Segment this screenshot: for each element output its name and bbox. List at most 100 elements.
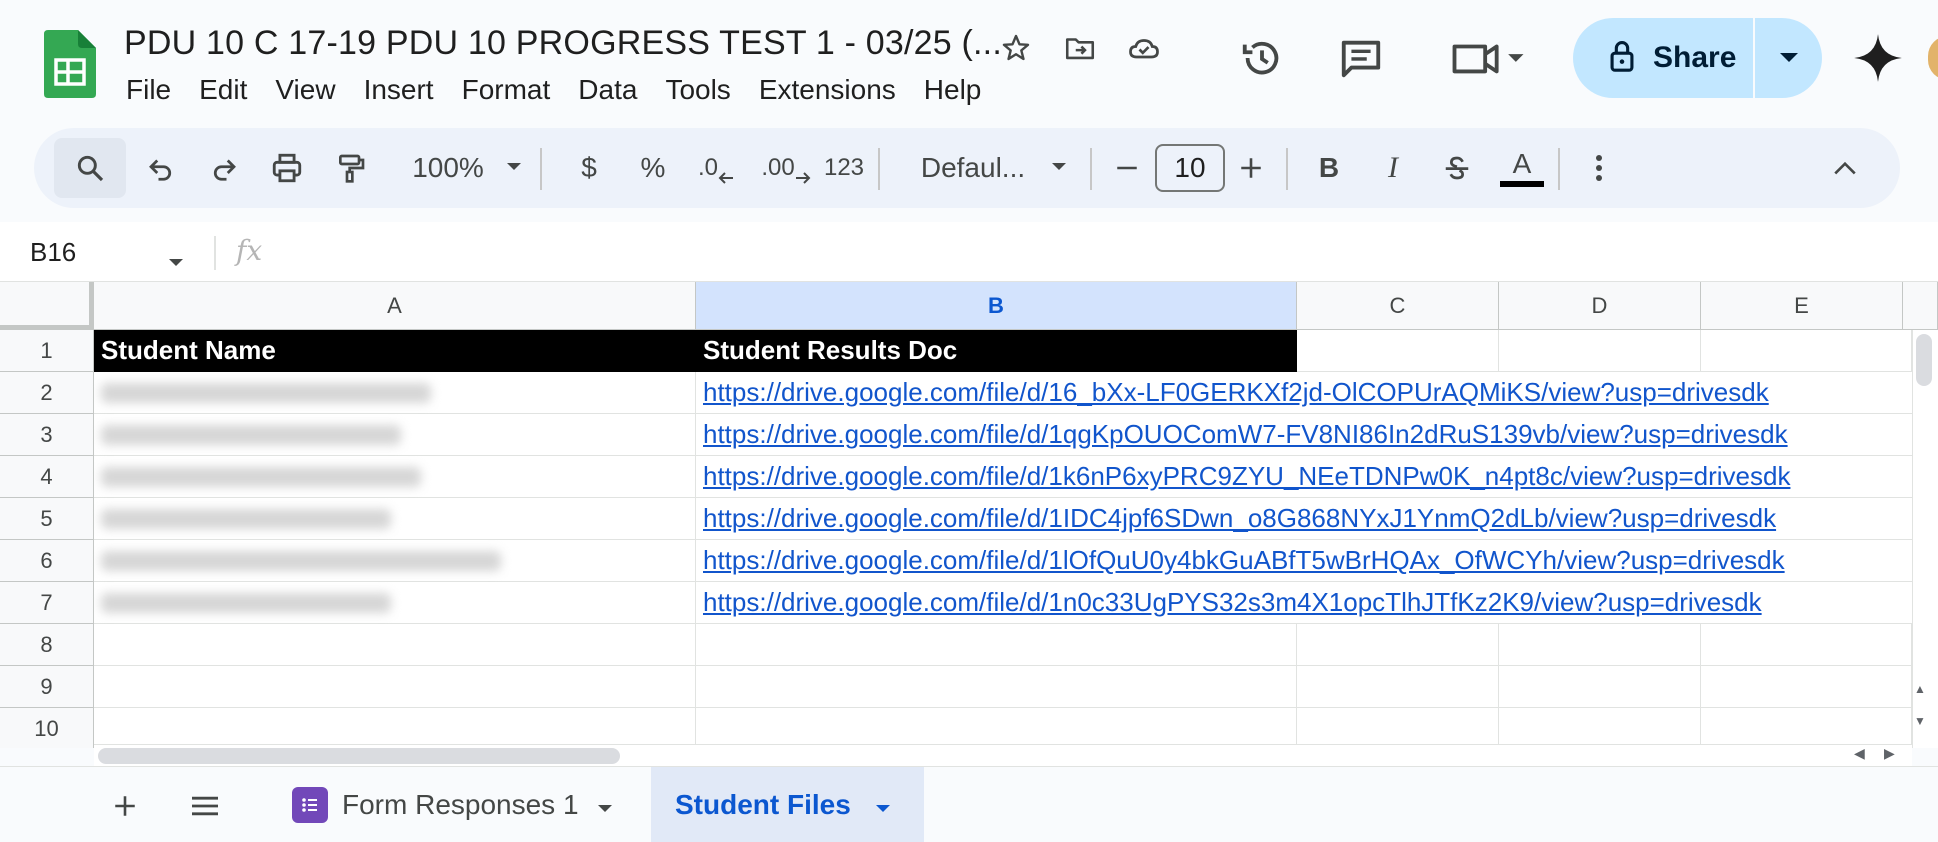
menu-view[interactable]: View [261, 70, 349, 110]
row-header[interactable]: 4 [0, 456, 94, 498]
move-to-folder-icon[interactable] [1060, 28, 1100, 68]
results-doc-link[interactable]: https://drive.google.com/file/d/1lOfQuU0… [703, 545, 1785, 576]
font-size-input[interactable]: 10 [1155, 144, 1225, 192]
cell-a4[interactable] [94, 456, 696, 498]
chevron-down-icon[interactable] [597, 789, 613, 821]
cell-e9[interactable] [1701, 666, 1912, 708]
search-menus-icon[interactable] [54, 138, 126, 198]
cell-b6[interactable]: https://drive.google.com/file/d/1lOfQuU0… [696, 540, 1912, 582]
column-header-d[interactable]: D [1499, 282, 1701, 330]
results-doc-link[interactable]: https://drive.google.com/file/d/1k6nP6xy… [703, 461, 1790, 492]
select-all-corner[interactable] [0, 282, 94, 330]
cell-c9[interactable] [1297, 666, 1499, 708]
scroll-right-icon[interactable]: ▶ [1884, 745, 1895, 762]
column-header-b[interactable]: B [696, 282, 1297, 330]
more-formats-button[interactable]: 123 [814, 138, 874, 198]
cell-c10[interactable] [1297, 708, 1499, 748]
strikethrough-icon[interactable] [1432, 138, 1482, 198]
menu-data[interactable]: Data [564, 70, 651, 110]
cell-b8[interactable] [696, 624, 1297, 666]
row-header[interactable]: 9 [0, 666, 94, 708]
row-header[interactable]: 5 [0, 498, 94, 540]
all-sheets-icon[interactable] [180, 781, 230, 831]
menu-file[interactable]: File [112, 70, 185, 110]
cell-e10[interactable] [1701, 708, 1912, 748]
percent-format-button[interactable]: % [628, 138, 678, 198]
cell-a2[interactable] [94, 372, 696, 414]
cell-a8[interactable] [94, 624, 696, 666]
row-header[interactable]: 10 [0, 708, 94, 748]
menu-help[interactable]: Help [910, 70, 996, 110]
row-header[interactable]: 2 [0, 372, 94, 414]
cell-b3[interactable]: https://drive.google.com/file/d/1qgKpOUO… [696, 414, 1912, 456]
results-doc-link[interactable]: https://drive.google.com/file/d/16_bXx-L… [703, 377, 1769, 408]
menu-edit[interactable]: Edit [185, 70, 261, 110]
results-doc-link[interactable]: https://drive.google.com/file/d/1IDC4jpf… [703, 503, 1776, 534]
star-icon[interactable] [996, 28, 1036, 68]
cell-d8[interactable] [1499, 624, 1701, 666]
sheet-tab-student-files[interactable]: Student Files [651, 767, 924, 842]
print-icon[interactable] [260, 138, 314, 198]
cell-b4[interactable]: https://drive.google.com/file/d/1k6nP6xy… [696, 456, 1912, 498]
row-header[interactable]: 3 [0, 414, 94, 456]
share-button[interactable]: Share [1573, 18, 1753, 98]
cell-a10[interactable] [94, 708, 696, 748]
cell-d10[interactable] [1499, 708, 1701, 748]
sheets-logo-icon[interactable] [44, 30, 96, 98]
row-header[interactable]: 1 [0, 330, 94, 372]
version-history-icon[interactable] [1232, 28, 1292, 88]
menu-extensions[interactable]: Extensions [745, 70, 910, 110]
cell-b1[interactable]: Student Results Doc [696, 330, 1297, 372]
redo-icon[interactable] [197, 138, 251, 198]
menu-tools[interactable]: Tools [651, 70, 744, 110]
cell-e1[interactable] [1701, 330, 1912, 372]
vertical-scrollbar-thumb[interactable] [1916, 334, 1932, 386]
increase-decimal-button[interactable]: .00 [752, 138, 820, 198]
sheet-tab-form-responses[interactable]: Form Responses 1 [282, 767, 642, 842]
decrease-decimal-button[interactable]: .0 [688, 138, 744, 198]
column-header-a[interactable]: A [94, 282, 696, 330]
gemini-icon[interactable] [1848, 28, 1908, 88]
cell-a3[interactable] [94, 414, 696, 456]
share-options-button[interactable] [1755, 18, 1822, 98]
cell-e8[interactable] [1701, 624, 1912, 666]
column-header-e[interactable]: E [1701, 282, 1903, 330]
undo-icon[interactable] [134, 138, 188, 198]
zoom-select[interactable]: 100% [392, 138, 542, 198]
cell-b5[interactable]: https://drive.google.com/file/d/1IDC4jpf… [696, 498, 1912, 540]
hide-menus-icon[interactable] [1820, 138, 1870, 198]
menu-format[interactable]: Format [448, 70, 565, 110]
currency-format-button[interactable]: $ [564, 138, 614, 198]
cell-b9[interactable] [696, 666, 1297, 708]
meet-icon[interactable] [1444, 28, 1534, 88]
more-options-icon[interactable] [1574, 138, 1624, 198]
scroll-left-icon[interactable]: ◀ [1854, 745, 1865, 762]
cell-a1[interactable]: Student Name [94, 330, 696, 372]
scroll-down-icon[interactable]: ▼ [1914, 714, 1926, 728]
row-header[interactable]: 8 [0, 624, 94, 666]
row-header[interactable]: 6 [0, 540, 94, 582]
account-avatar[interactable] [1928, 36, 1938, 80]
text-color-button[interactable]: A [1494, 138, 1550, 198]
column-header-c[interactable]: C [1297, 282, 1499, 330]
cell-b2[interactable]: https://drive.google.com/file/d/16_bXx-L… [696, 372, 1912, 414]
cell-d1[interactable] [1499, 330, 1701, 372]
cell-d9[interactable] [1499, 666, 1701, 708]
cell-b10[interactable] [696, 708, 1297, 748]
decrease-font-size-icon[interactable] [1102, 138, 1152, 198]
results-doc-link[interactable]: https://drive.google.com/file/d/1n0c33Ug… [703, 587, 1762, 618]
cell-b7[interactable]: https://drive.google.com/file/d/1n0c33Ug… [696, 582, 1912, 624]
comments-icon[interactable] [1331, 28, 1391, 88]
cell-a7[interactable] [94, 582, 696, 624]
column-header-partial[interactable] [1903, 282, 1938, 330]
paint-format-icon[interactable] [324, 138, 378, 198]
chevron-down-icon[interactable] [875, 789, 891, 821]
horizontal-scrollbar-thumb[interactable] [98, 748, 620, 764]
cell-a5[interactable] [94, 498, 696, 540]
cell-c8[interactable] [1297, 624, 1499, 666]
italic-button[interactable]: I [1368, 138, 1418, 198]
results-doc-link[interactable]: https://drive.google.com/file/d/1qgKpOUO… [703, 419, 1788, 450]
document-title[interactable]: PDU 10 C 17-19 PDU 10 PROGRESS TEST 1 - … [124, 24, 1002, 63]
add-sheet-icon[interactable] [100, 781, 150, 831]
cell-a6[interactable] [94, 540, 696, 582]
